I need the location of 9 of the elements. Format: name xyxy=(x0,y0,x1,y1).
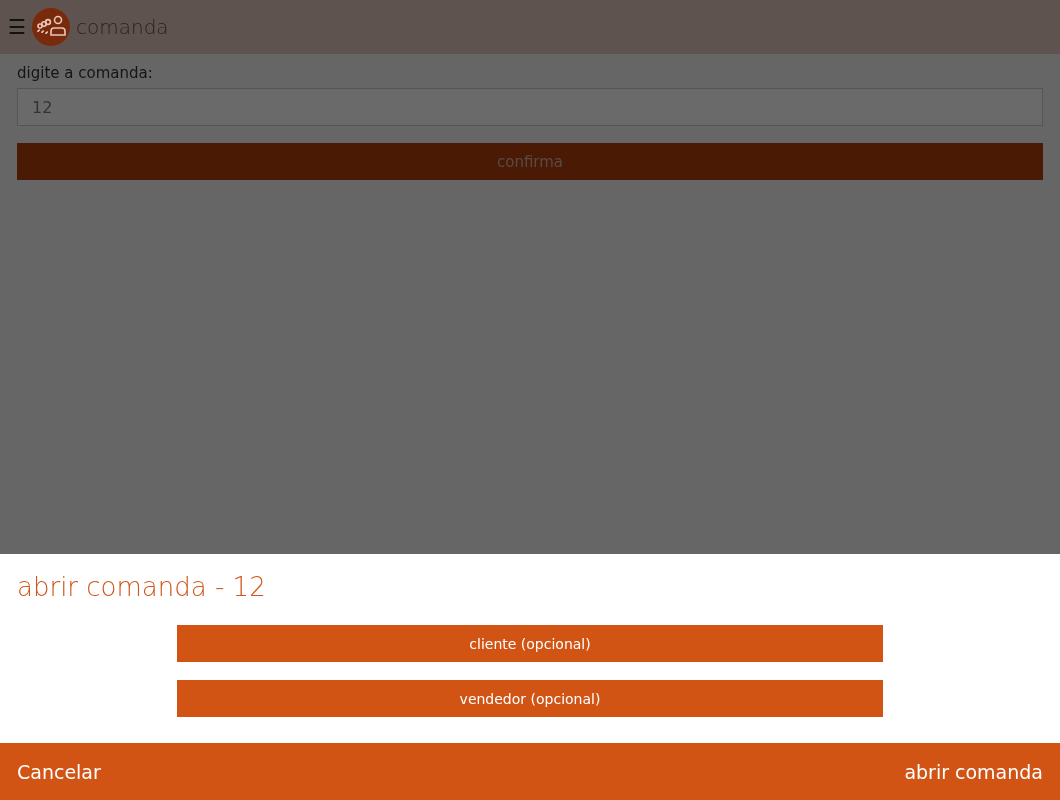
option-button[interactable]: vendedor (opcional) xyxy=(177,680,883,717)
open-button[interactable]: abrir comanda xyxy=(904,760,1043,783)
menu-button[interactable]: ☰ xyxy=(8,15,26,39)
dialog-title: abrir comanda - 12 xyxy=(16,571,267,602)
input-field[interactable]: 12 xyxy=(17,88,1043,126)
field-label: digite a comanda: xyxy=(17,64,153,82)
group-people-icon xyxy=(32,8,70,46)
cancel-button[interactable]: Cancelar xyxy=(17,760,101,783)
option-button[interactable]: cliente (opcional) xyxy=(177,625,883,662)
